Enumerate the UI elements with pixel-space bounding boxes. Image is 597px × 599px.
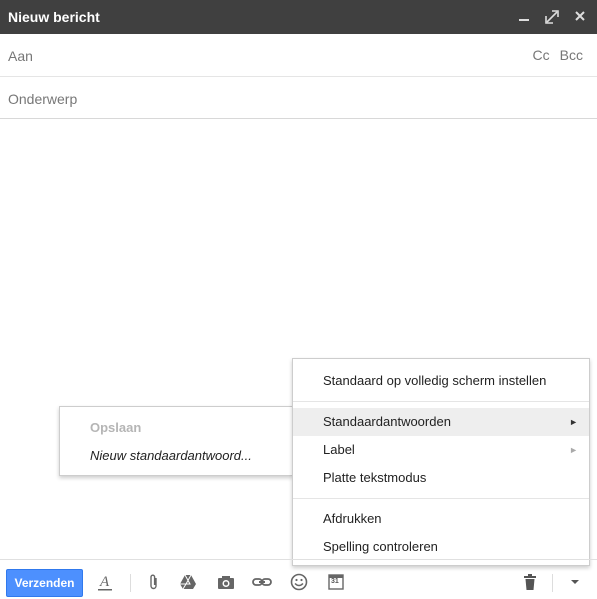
menu-divider [293,498,589,499]
photo-icon[interactable] [216,572,236,592]
link-icon[interactable] [252,572,272,592]
menu-divider [293,401,589,402]
compose-toolbar: Verzenden A 31 [0,559,597,599]
submenu-arrow-icon: ► [569,445,578,455]
canned-responses-submenu: Opslaan Nieuw standaardantwoord... [59,406,293,476]
more-options-icon[interactable] [565,572,585,592]
menu-item-save: Opslaan [90,420,142,435]
format-text-icon[interactable]: A [95,572,115,592]
close-icon[interactable] [573,8,587,24]
toolbar-divider [552,574,553,592]
expand-icon[interactable] [545,8,559,24]
menu-item-default-fullscreen[interactable]: Standaard op volledig scherm instellen [293,367,589,395]
emoji-icon[interactable] [289,572,309,592]
compose-title: Nieuw bericht [8,9,100,25]
menu-item-print[interactable]: Afdrukken [293,505,589,533]
calendar-day: 31 [331,578,339,585]
compose-titlebar[interactable]: Nieuw bericht [0,0,597,34]
menu-item-canned-responses[interactable]: Standaardantwoorden ► [293,408,589,436]
bcc-link[interactable]: Bcc [560,47,583,63]
menu-item-label[interactable]: Label ► [293,436,589,464]
menu-item-plain-text[interactable]: Platte tekstmodus [293,464,589,492]
submenu-arrow-icon: ► [569,417,578,427]
subject-field[interactable]: Onderwerp [0,77,597,119]
trash-icon[interactable] [520,572,540,592]
toolbar-divider [130,574,131,592]
menu-item-new-canned-response[interactable]: Nieuw standaardantwoord... [60,442,292,470]
cc-link[interactable]: Cc [533,47,550,63]
svg-text:A: A [99,574,110,590]
menu-item-spellcheck[interactable]: Spelling controleren [293,533,589,561]
to-field[interactable]: Aan Cc Bcc [0,34,597,77]
drive-icon[interactable] [178,572,198,592]
calendar-icon[interactable]: 31 [326,572,346,592]
to-label: Aan [8,48,33,64]
attach-icon[interactable] [144,572,164,592]
send-button[interactable]: Verzenden [6,569,83,597]
minimize-icon[interactable] [517,8,531,24]
more-options-menu: Standaard op volledig scherm instellen S… [292,358,590,566]
subject-placeholder: Onderwerp [8,91,78,107]
